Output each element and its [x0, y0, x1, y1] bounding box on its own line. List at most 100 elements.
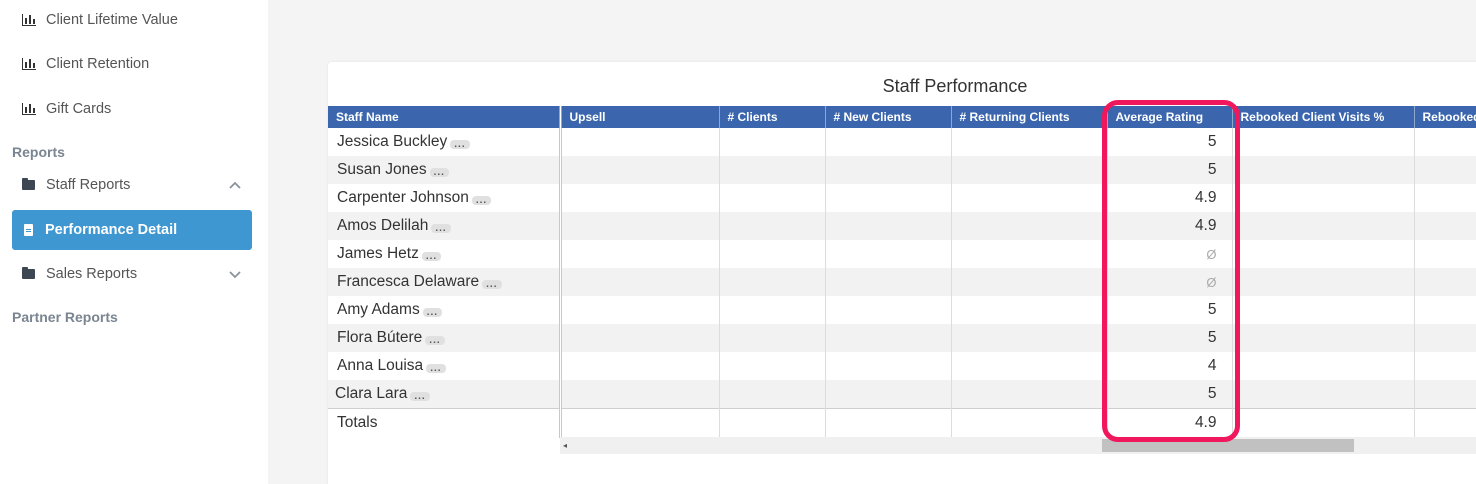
clients-cell	[719, 352, 826, 380]
more-options-button[interactable]: ...	[422, 308, 443, 318]
more-options-button[interactable]: ...	[431, 224, 451, 234]
totals-upsell-cell	[560, 407, 720, 438]
sidebar: Client Lifetime Value Client Retention G…	[0, 0, 268, 484]
table-row: Anna Louisa... 4	[328, 352, 1476, 380]
returning-clients-cell	[951, 240, 1108, 268]
staff-name-cell: Carpenter Johnson...	[328, 184, 562, 212]
chevron-down-icon[interactable]	[228, 269, 241, 279]
upsell-cell	[560, 128, 720, 156]
sidebar-link-client-retention[interactable]: Client Retention	[22, 56, 149, 72]
rebooked-visits-pct-cell	[1232, 380, 1415, 408]
sidebar-link-label: Gift Cards	[46, 101, 112, 117]
rebooked-cell	[1414, 184, 1476, 212]
new-clients-cell	[825, 156, 952, 184]
staff-name: Clara Lara	[335, 384, 408, 402]
column-header-upsell[interactable]: Upsell	[560, 106, 720, 128]
average-rating-cell: 5	[1107, 380, 1233, 408]
more-options-button[interactable]: ...	[410, 391, 430, 401]
average-rating-cell: Ø	[1107, 240, 1233, 268]
chevron-up-icon[interactable]	[228, 180, 241, 190]
active-item-label: Performance Detail	[45, 222, 178, 238]
more-options-button[interactable]: ...	[471, 196, 492, 206]
rebooked-visits-pct-cell	[1232, 324, 1415, 352]
rebooked-cell	[1414, 268, 1476, 296]
rebooked-visits-pct-cell	[1232, 128, 1415, 156]
returning-clients-cell	[951, 268, 1108, 296]
more-options-button[interactable]: ...	[482, 280, 502, 290]
new-clients-cell	[825, 324, 952, 352]
more-options-button[interactable]: ...	[425, 336, 445, 346]
clients-cell	[719, 212, 826, 240]
column-header-rebooked[interactable]: Rebooked	[1414, 106, 1476, 128]
staff-name-cell: Susan Jones...	[328, 156, 562, 184]
average-rating-cell: 5	[1107, 156, 1233, 184]
new-clients-cell	[825, 380, 952, 408]
average-rating-cell: 5	[1107, 324, 1233, 352]
column-header-rebooked-visits-pct[interactable]: Rebooked Client Visits %	[1232, 106, 1415, 128]
new-clients-cell	[825, 296, 952, 324]
table-row: Jessica Buckley... 5	[328, 128, 1476, 156]
section-title-reports: Reports	[12, 144, 65, 160]
sidebar-link-label: Client Lifetime Value	[46, 12, 178, 28]
document-icon	[24, 224, 33, 236]
table-row: Francesca Delaware... Ø	[328, 268, 1476, 296]
sidebar-item-performance-detail[interactable]: Performance Detail	[12, 210, 252, 250]
column-header-clients[interactable]: # Clients	[719, 106, 826, 128]
rebooked-visits-pct-cell	[1232, 156, 1415, 184]
clients-cell	[719, 128, 826, 156]
table-row: James Hetz... Ø	[328, 240, 1476, 268]
staff-name: Jessica Buckley	[337, 133, 448, 150]
upsell-cell	[560, 184, 720, 212]
section-title-partner-reports: Partner Reports	[12, 309, 118, 325]
totals-label: Totals	[328, 407, 562, 438]
totals-average-rating: 4.9	[1107, 407, 1233, 438]
rebooked-cell	[1414, 380, 1476, 408]
header-row: Staff Name Upsell # Clients # New Client…	[328, 106, 1476, 128]
totals-row: Totals 4.9	[328, 407, 1476, 438]
new-clients-cell	[825, 352, 952, 380]
average-rating-cell: Ø	[1107, 268, 1233, 296]
new-clients-cell	[825, 240, 952, 268]
column-header-new-clients[interactable]: # New Clients	[825, 106, 952, 128]
staff-name-cell: James Hetz...	[328, 240, 562, 268]
staff-name: Susan Jones	[337, 161, 427, 178]
rebooked-visits-pct-cell	[1232, 268, 1415, 296]
rebooked-visits-pct-cell	[1232, 212, 1415, 240]
staff-name-cell: Amos Delilah...	[328, 212, 562, 240]
clients-cell	[719, 324, 826, 352]
staff-performance-table: Staff Name Upsell # Clients # New Client…	[328, 106, 1476, 438]
rebooked-cell	[1414, 240, 1476, 268]
rebooked-visits-pct-cell	[1232, 184, 1415, 212]
table-row: Susan Jones... 5	[328, 156, 1476, 184]
more-options-button[interactable]: ...	[426, 364, 446, 374]
staff-name: Amy Adams	[337, 301, 420, 318]
new-clients-cell	[825, 212, 952, 240]
more-options-button[interactable]: ...	[450, 140, 470, 150]
more-options-button[interactable]: ...	[421, 252, 442, 262]
clients-cell	[719, 156, 826, 184]
totals-rebooked-cell	[1414, 407, 1476, 438]
more-options-button[interactable]: ...	[429, 168, 449, 178]
upsell-cell	[560, 324, 720, 352]
scroll-left-arrow-icon[interactable]: ◂	[563, 441, 567, 450]
sidebar-link-client-lifetime-value[interactable]: Client Lifetime Value	[22, 12, 178, 28]
clients-cell	[719, 184, 826, 212]
report-title: Staff Performance	[882, 76, 1028, 96]
scrollbar-thumb[interactable]	[1102, 439, 1354, 452]
table-row: Flora Bútere... 5	[328, 324, 1476, 352]
upsell-cell	[560, 212, 720, 240]
sidebar-folder-sales-reports[interactable]: Sales Reports	[22, 266, 241, 282]
column-header-staff-name[interactable]: Staff Name	[328, 106, 562, 128]
clients-cell	[719, 296, 826, 324]
rebooked-visits-pct-cell	[1232, 296, 1415, 324]
column-header-average-rating[interactable]: Average Rating	[1107, 106, 1233, 128]
sidebar-link-gift-cards[interactable]: Gift Cards	[22, 101, 111, 117]
sidebar-folder-staff-reports[interactable]: Staff Reports	[22, 177, 241, 193]
clients-cell	[719, 240, 826, 268]
column-header-returning-clients[interactable]: # Returning Clients	[951, 106, 1108, 128]
returning-clients-cell	[951, 324, 1108, 352]
staff-name: Anna Louisa	[337, 357, 424, 374]
horizontal-scrollbar[interactable]: ◂	[560, 437, 1476, 454]
staff-name-cell: Clara Lara...	[328, 380, 562, 408]
returning-clients-cell	[951, 380, 1108, 408]
